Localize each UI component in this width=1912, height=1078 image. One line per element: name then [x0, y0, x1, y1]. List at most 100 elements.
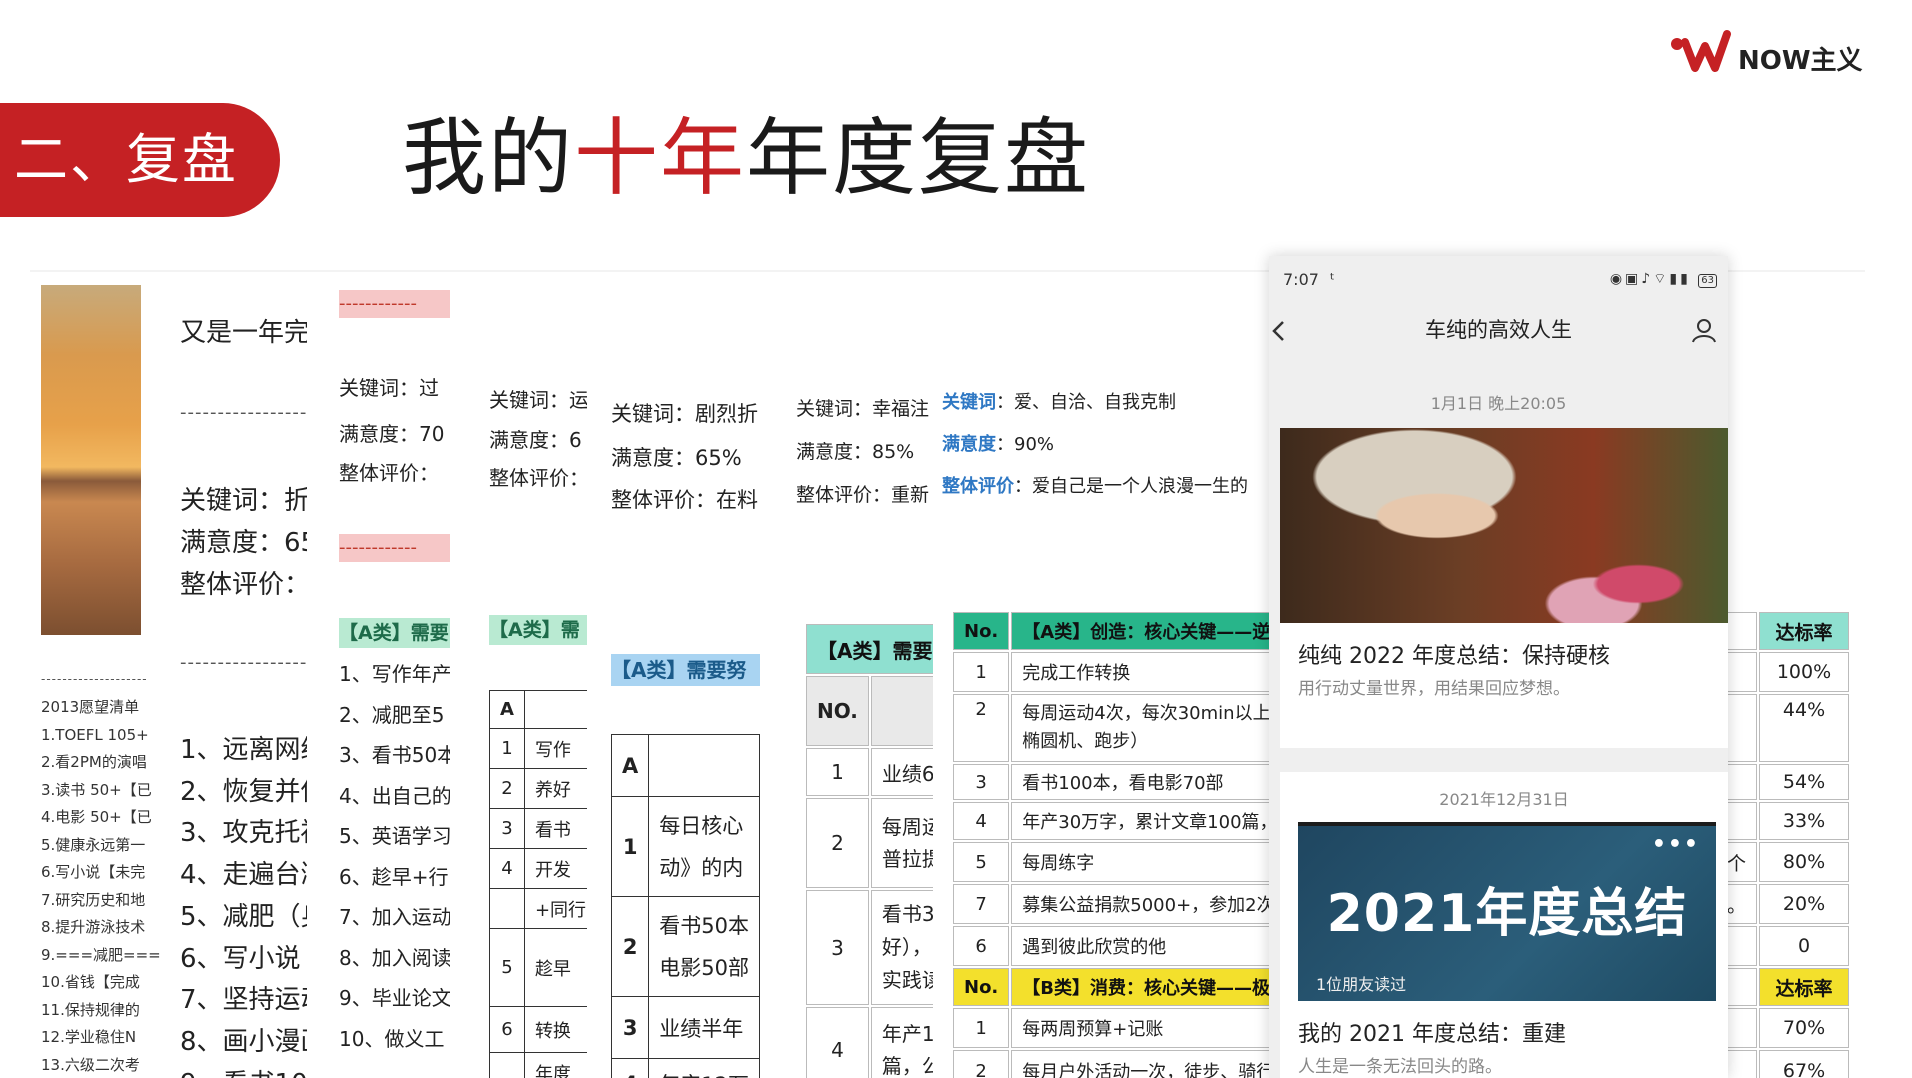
- table-cell: 年产30万字，累计文章100篇，: [1011, 802, 1269, 840]
- table-cell: 5: [953, 842, 1010, 882]
- goal-table: No. 【A类】创造：核心关键——逆 1 完成工作转换 2 每周运动4次，每次30mi…: [951, 610, 1269, 1078]
- intro-text: 又是一年完: [180, 318, 307, 348]
- goal-list: 1、远离网络 2、恢复并保 3、攻克托福 4、走遍台湾 5、减肥（身 6、写小说…: [180, 730, 307, 1078]
- side-mark: 个: [1728, 842, 1758, 882]
- table-cell: 2: [489, 768, 525, 809]
- keyword-text: 关键词：运: [489, 388, 587, 412]
- table-cell: 看书3 好）， 实践读: [870, 890, 933, 1005]
- category-b-header: 【B类】消费：核心关键——极: [1011, 968, 1269, 1006]
- signal-icon: ▮: [1680, 271, 1691, 287]
- table-cell: 2: [953, 694, 1010, 762]
- status-extra: ᵗ: [1330, 270, 1335, 289]
- cell-line: 实践读: [881, 968, 933, 992]
- cover-banner: ••• 2021年度总结 1位朋友读过: [1298, 822, 1716, 1001]
- table-cell: 1: [953, 1008, 1010, 1048]
- profile-icon[interactable]: [1690, 316, 1718, 344]
- rate-header: 达标率: [1759, 968, 1849, 1006]
- wish-item: 11.保持规律的: [41, 1000, 140, 1019]
- doc-2014: 又是一年完 ------------------- 关键词：折 满意度：65 整…: [180, 272, 307, 1078]
- goal-table: 【A类】需要 NO. 1 业绩6 2 每周运 普拉提 3 看书3 好）， 实践读 4 年产1 篇…: [804, 622, 933, 1078]
- dash-bar: ------------: [339, 534, 450, 562]
- wish-item: 6.写小说【未完: [41, 863, 146, 881]
- wish-item: 8.提升游泳技术: [41, 918, 146, 936]
- wish-item: 1.TOEFL 105+: [41, 725, 149, 744]
- goal-item: 1、写作年产: [339, 662, 450, 686]
- category-a-bar: 【A类】需要: [339, 618, 450, 648]
- account-name: 车纯的高效人生: [1425, 318, 1572, 342]
- mute-icon: ♪: [1641, 271, 1654, 287]
- cell-line: 好），: [881, 935, 932, 959]
- battery-icon: 63: [1698, 274, 1717, 288]
- table-cell: 趁早: [523, 928, 587, 1007]
- table-cell: 1: [610, 796, 650, 897]
- table-cell: 4: [489, 848, 525, 889]
- goal-item: 9、看书10: [180, 1064, 307, 1078]
- doc-rates: 达标率 100% 44% 54% 33% 个 80% 。 20% 0 达标率 70%…: [1728, 272, 1865, 1078]
- rate-cell: 44%: [1759, 694, 1849, 762]
- goal-item: 4、出自己的: [339, 783, 450, 808]
- wishlist: 2013愿望清单 1.TOEFL 105+ 2.看2PM的演唱 3.读书 50+…: [41, 694, 161, 1078]
- table-cell: +同行: [523, 888, 587, 929]
- table-head: A: [610, 734, 650, 797]
- signal-icon: ▮: [1669, 271, 1681, 287]
- keyword-label: 关键词: [942, 392, 996, 413]
- title-red: 十年: [574, 109, 747, 207]
- post2-title: 我的 2021 年度总结：重建: [1298, 1022, 1566, 1047]
- table-cell: 写作: [523, 728, 587, 769]
- table-cell: 3: [489, 808, 525, 849]
- table-cell: 看书: [523, 808, 587, 849]
- table-cell: 每两周预算+记账: [1011, 1008, 1269, 1048]
- table-cell: 业绩6: [870, 748, 933, 796]
- goal-item: 1、远离网络: [180, 735, 307, 765]
- keyword-value: ：爱、自洽、自我克制: [996, 392, 1176, 413]
- rate-cell: 67%: [1759, 1050, 1849, 1078]
- satisfaction-text: 满意度：70: [339, 422, 445, 446]
- table-cell: 每月户外活动一次，徒步、骑行: [1011, 1050, 1269, 1078]
- keyword-text: 关键词：过: [339, 376, 439, 400]
- keyword-text: 关键词：折: [180, 486, 307, 516]
- satisfaction-label: 满意度: [942, 434, 996, 455]
- cell-line: 椭圆机、跑步）: [1022, 731, 1149, 752]
- rate-cell: 0: [1759, 926, 1849, 966]
- category-a-bar: 【A类】需: [489, 615, 587, 645]
- eye-icon: ◉: [1609, 271, 1626, 287]
- doc-2013: -------------------- 2013愿望清单 1.TOEFL 10…: [30, 272, 180, 1078]
- table-head: No.: [953, 968, 1010, 1006]
- goal-item: 3、看书50本: [339, 743, 450, 767]
- table-cell: 4: [610, 1058, 650, 1078]
- evaluation-text: 整体评价：: [489, 466, 587, 490]
- wifi-icon: ⌔: [1653, 271, 1670, 287]
- doc-2017: 关键词：剧烈折 满意度：65% 整体评价：在料 【A类】需要努 A 1 每日核心动…: [587, 272, 760, 1078]
- divider: -------------------: [180, 402, 307, 423]
- cell-line: 每日核心: [659, 813, 744, 838]
- wish-item: 7.研究历史和地: [41, 890, 146, 909]
- evaluation-text: 整体评价：: [339, 461, 439, 485]
- category-a-header: 【A类】创造：核心关键——逆: [1011, 612, 1269, 650]
- cover-readers: 1位朋友读过: [1316, 975, 1407, 994]
- status-bar: 7:07 ᵗ ◉▣♪⌔▮▮ 63: [1283, 270, 1723, 300]
- table-cell: [489, 1052, 525, 1078]
- table-cell: 3: [610, 996, 650, 1059]
- table-cell: 养好: [523, 768, 587, 809]
- status-time: 7:07: [1283, 270, 1319, 289]
- wish-item: 9.===减肥===: [41, 945, 161, 964]
- evaluation-text: 整体评价：重新: [796, 484, 930, 506]
- table-cell: 年产1 篇，公: [870, 1007, 933, 1078]
- status-icons: ◉▣♪⌔▮▮ 63: [1610, 270, 1717, 288]
- cell-line: 年产1: [881, 1021, 933, 1046]
- rate-cell: 70%: [1759, 1008, 1849, 1048]
- post1-date: 1月1日 晚上20:05: [1430, 394, 1567, 413]
- rate-cell: 54%: [1759, 764, 1849, 800]
- post-card-1[interactable]: 纯纯 2022 年度总结：保持硬核 用行动丈量世界，用结果回应梦想。: [1280, 428, 1728, 748]
- cover-text: 2021年度总结: [1326, 884, 1688, 944]
- rate-header: 达标率: [1759, 612, 1849, 650]
- table-cell: 2: [953, 1050, 1010, 1078]
- evaluation-line: 整体评价：爱自己是一个人浪漫一生的: [942, 472, 1248, 498]
- cell-line: 电影50部: [659, 955, 749, 980]
- goal-item: 6、趁早+行: [339, 864, 449, 889]
- cover-photo: [1280, 428, 1728, 623]
- table-cell: 完成工作转换: [1011, 652, 1269, 692]
- post-card-2[interactable]: 2021年12月31日 ••• 2021年度总结 1位朋友读过 我的 2021 …: [1280, 772, 1728, 1078]
- cell-line: 看书50本: [659, 913, 749, 938]
- category-a-bar: 【A类】需要努: [611, 654, 760, 686]
